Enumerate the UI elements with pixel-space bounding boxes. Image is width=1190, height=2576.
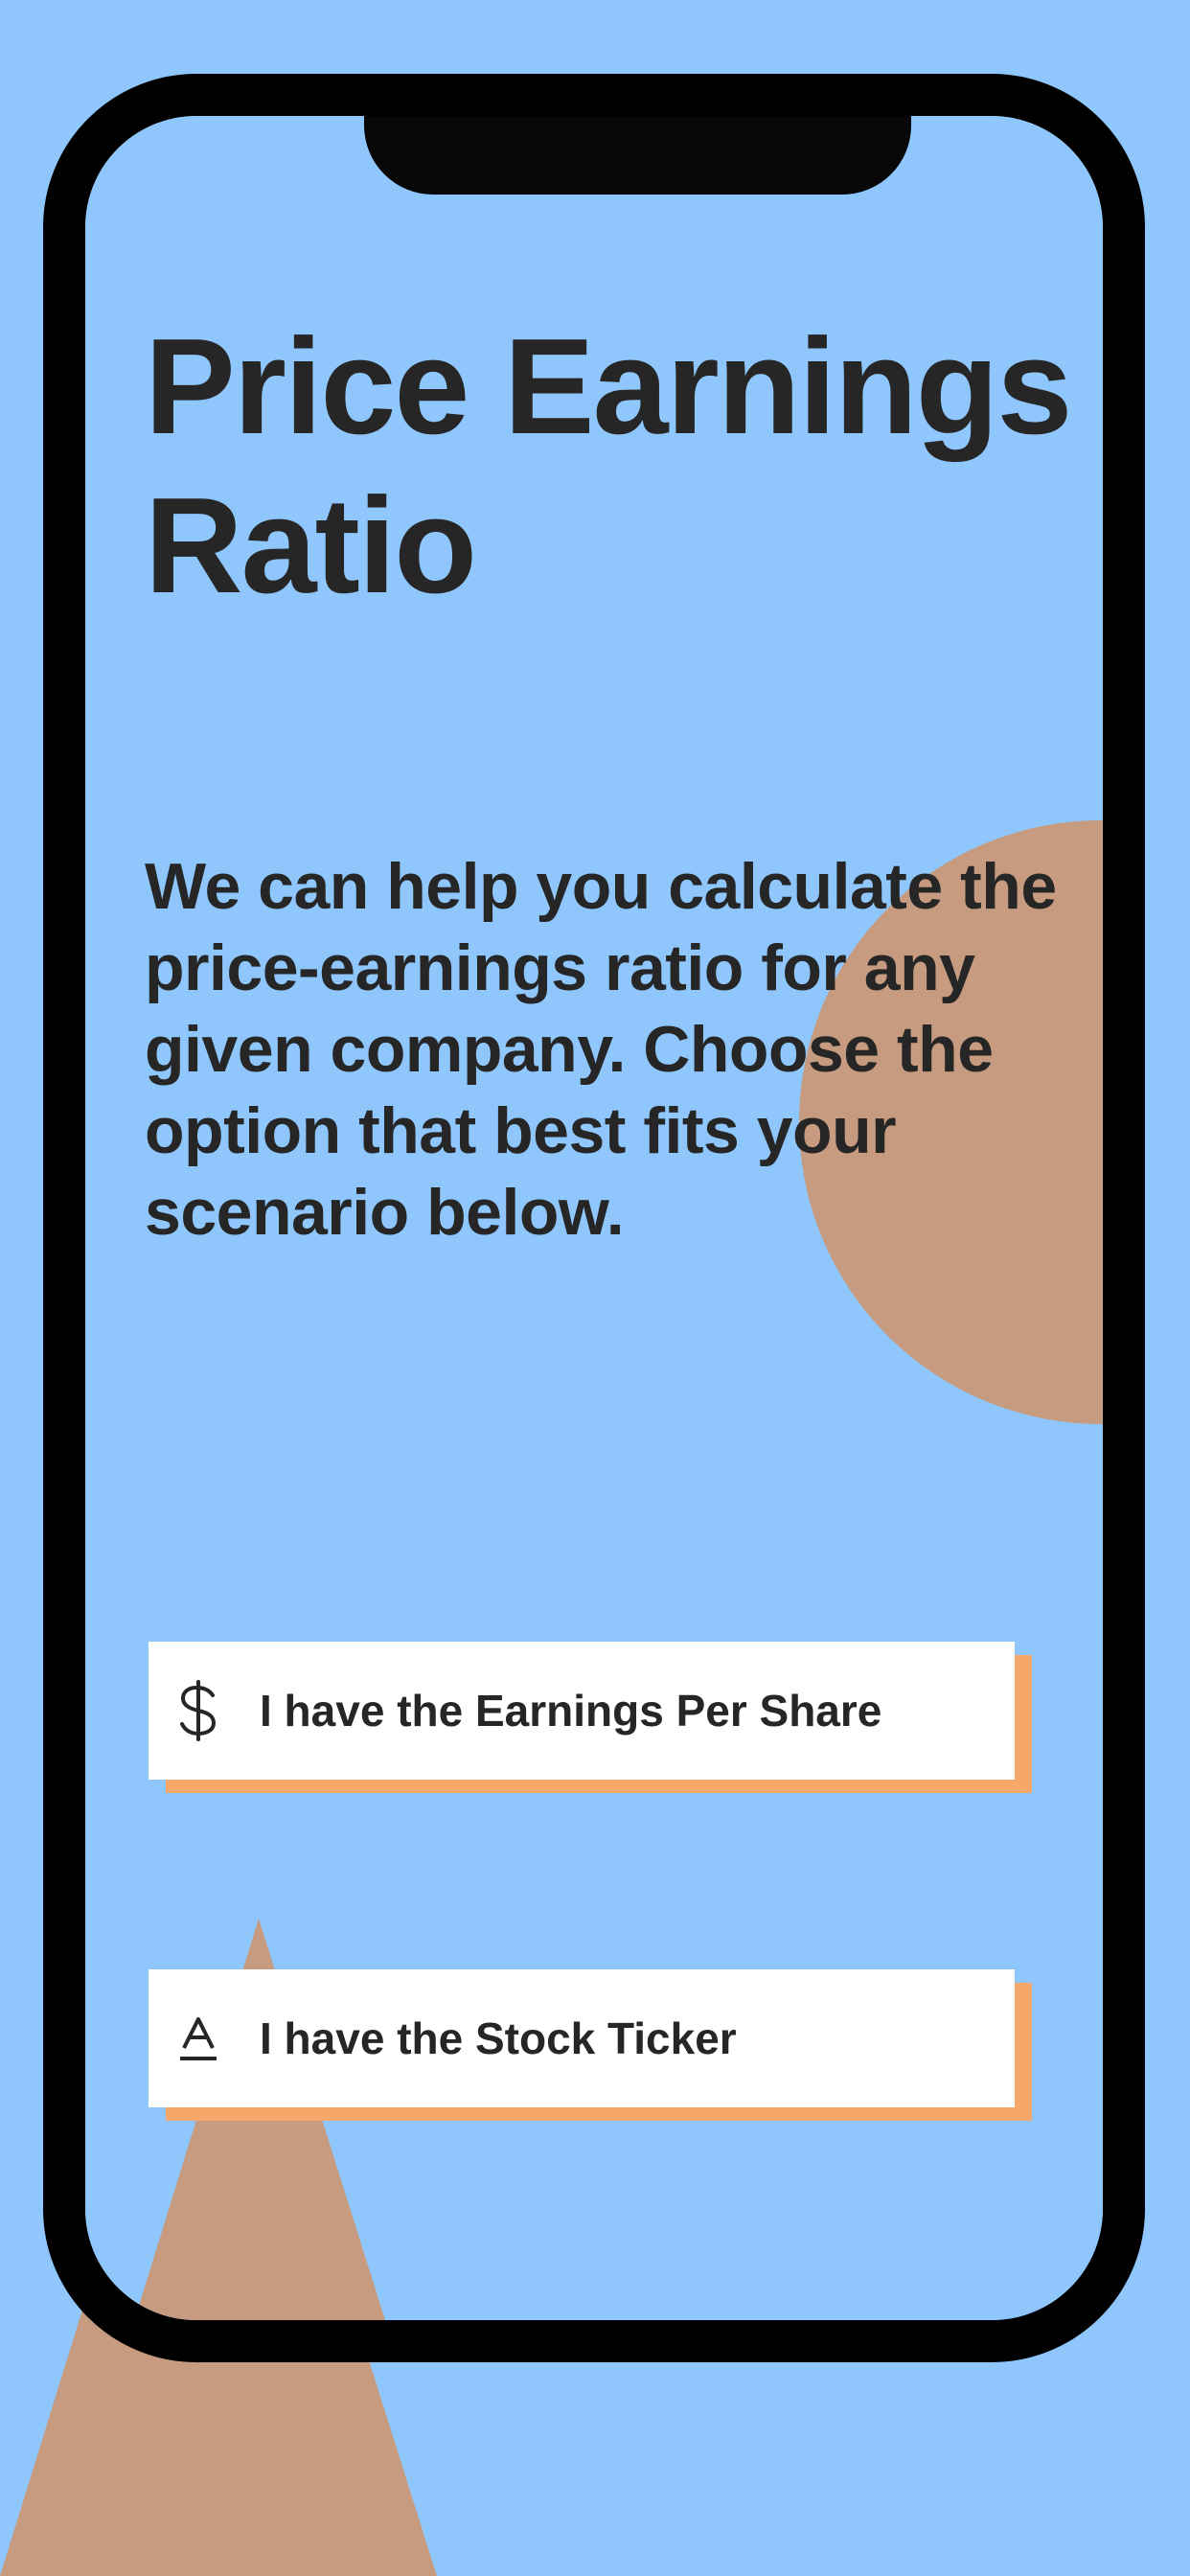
earnings-per-share-option-button[interactable]: I have the Earnings Per Share	[149, 1642, 1015, 1780]
ticker-option-label: I have the Stock Ticker	[260, 2013, 737, 2063]
stock-ticker-option-button[interactable]: I have the Stock Ticker	[149, 1969, 1015, 2107]
dollar-icon	[149, 1642, 248, 1780]
earnings-option-container: I have the Earnings Per Share	[149, 1642, 1032, 1793]
phone-screen: Price Earnings Ratio We can help you cal…	[85, 116, 1103, 2320]
ticker-option-container: I have the Stock Ticker	[149, 1969, 1032, 2121]
earnings-option-label: I have the Earnings Per Share	[260, 1686, 882, 1736]
intro-description: We can help you calculate the price-earn…	[145, 850, 1057, 1249]
phone-frame: Price Earnings Ratio We can help you cal…	[43, 74, 1145, 2362]
page-title: Price Earnings Ratio	[145, 310, 1072, 622]
phone-notch	[364, 116, 911, 195]
text-format-icon	[149, 1969, 248, 2107]
